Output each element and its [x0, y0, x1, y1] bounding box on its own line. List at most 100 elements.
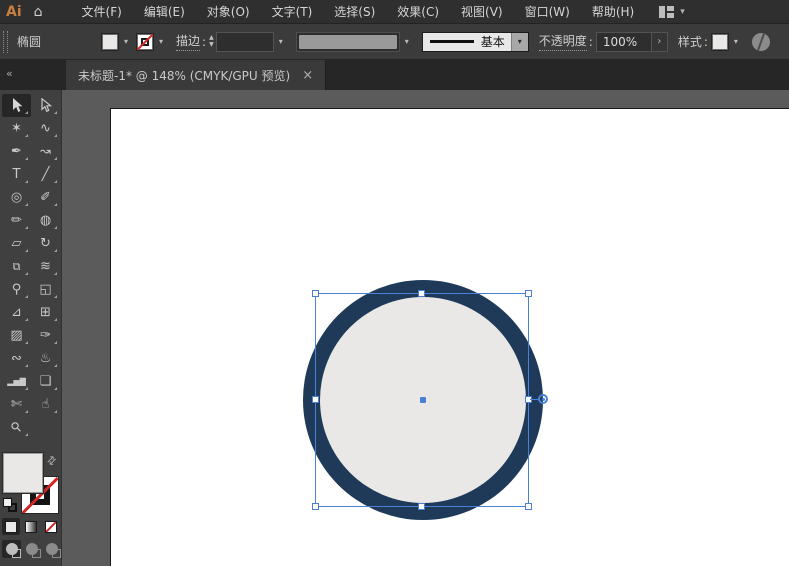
hand-tool[interactable]: ☝ — [31, 393, 60, 416]
gradient-tool[interactable]: ▨ — [2, 324, 31, 347]
eyedropper-tool[interactable]: ✑ — [31, 324, 60, 347]
stroke-style-chevron-icon[interactable]: ▾ — [510, 32, 528, 51]
lasso-tool[interactable]: ∿ — [31, 117, 60, 140]
stroke-weight-input[interactable] — [215, 31, 274, 52]
direct-selection-tool[interactable] — [31, 94, 60, 117]
blend-icon: ∾ — [11, 351, 22, 366]
pen-tool[interactable]: ✒ — [2, 140, 31, 163]
opacity-more-button[interactable]: › — [651, 31, 668, 52]
workspace-switcher-icon[interactable] — [659, 5, 675, 18]
shape-builder-tool[interactable]: ◱ — [31, 278, 60, 301]
shape-center-point[interactable] — [420, 397, 426, 403]
menu-select[interactable]: 选择(S) — [323, 0, 386, 24]
stroke-dropdown-chevron-icon[interactable]: ▾ — [156, 35, 166, 48]
draw-inside-button[interactable] — [42, 540, 61, 558]
line-segment-tool[interactable]: ╱ — [31, 163, 60, 186]
fill-color-swatch[interactable] — [101, 32, 119, 51]
draw-behind-button[interactable] — [22, 540, 41, 558]
paintbrush-tool[interactable]: ✐ — [31, 186, 60, 209]
color-type-buttons — [0, 518, 62, 535]
selection-handle-bottom[interactable] — [418, 503, 425, 510]
brush-chevron-icon[interactable]: ▾ — [402, 35, 412, 48]
fill-stroke-widget: ⇄ — [0, 452, 62, 514]
artboard-tool[interactable]: ❏ — [31, 370, 60, 393]
slice-tool[interactable]: ✄ — [2, 393, 31, 416]
workspace-chevron-icon[interactable]: ▾ — [680, 7, 685, 17]
menu-edit[interactable]: 编辑(E) — [133, 0, 196, 24]
eraser-tool[interactable]: ▱ — [2, 232, 31, 255]
rotate-tool[interactable]: ↻ — [31, 232, 60, 255]
magic-wand-tool[interactable]: ✶ — [2, 117, 31, 140]
document-tab-bar: « 未标题-1* @ 148% (CMYK/GPU 预览) × — [0, 60, 789, 90]
selection-handle-bottom-left[interactable] — [312, 503, 319, 510]
menu-window[interactable]: 窗口(W) — [514, 0, 581, 24]
mesh-tool[interactable]: ⊞ — [31, 301, 60, 324]
style-swatch[interactable] — [710, 32, 729, 51]
ellipse-tool[interactable]: ◎ — [2, 186, 31, 209]
home-icon[interactable]: ⌂ — [30, 4, 53, 20]
fill-dropdown-chevron-icon[interactable]: ▾ — [121, 35, 131, 48]
tab-close-icon[interactable]: × — [302, 68, 313, 83]
collapse-panel-icon[interactable]: « — [6, 67, 13, 80]
draw-behind-icon — [25, 543, 41, 558]
column-graph-tool[interactable]: ▂▅▇ — [2, 370, 31, 393]
fill-indicator[interactable] — [2, 452, 44, 494]
blend-tool[interactable]: ∾ — [2, 347, 31, 370]
swap-fill-stroke-icon[interactable]: ⇄ — [44, 453, 60, 469]
selection-handle-top-left[interactable] — [312, 290, 319, 297]
stroke-weight-chevron-icon[interactable]: ▾ — [276, 35, 286, 48]
stroke-style-dropdown[interactable]: 基本 ▾ — [421, 31, 529, 52]
shaper-icon: ◍ — [39, 213, 52, 228]
menu-type[interactable]: 文字(T) — [261, 0, 324, 24]
width-tool[interactable]: ≋ — [31, 255, 60, 278]
symbol-sprayer-tool[interactable]: ♨ — [31, 347, 60, 370]
puppet-pin-icon: ⚲ — [11, 282, 22, 297]
selection-handle-bottom-right[interactable] — [525, 503, 532, 510]
zoom-icon: ⚲ — [7, 418, 26, 437]
opacity-input[interactable]: 100% — [595, 31, 652, 52]
rotate-icon: ↻ — [40, 236, 51, 251]
selection-handle-left[interactable] — [312, 396, 319, 403]
color-button[interactable] — [2, 518, 20, 535]
drawing-mode-buttons — [0, 540, 62, 558]
menu-effect[interactable]: 效果(C) — [386, 0, 450, 24]
puppet-warp-tool[interactable]: ⚲ — [2, 278, 31, 301]
selection-tool[interactable] — [2, 94, 31, 117]
stroke-weight-label[interactable]: 描边 — [176, 32, 201, 51]
draw-normal-button[interactable] — [2, 540, 21, 558]
opacity-label[interactable]: 不透明度 — [538, 32, 587, 51]
document-tab[interactable]: 未标题-1* @ 148% (CMYK/GPU 预览) × — [66, 60, 327, 90]
none-button[interactable] — [42, 518, 60, 535]
perspective-grid-tool[interactable]: ⊿ — [2, 301, 31, 324]
scale-tool[interactable]: ⧉ — [2, 255, 31, 278]
live-shape-widget[interactable] — [538, 394, 548, 404]
type-tool[interactable]: T — [2, 163, 31, 186]
canvas-area — [62, 90, 789, 566]
control-bar-extra-icon[interactable] — [750, 31, 771, 52]
menu-help[interactable]: 帮助(H) — [581, 0, 645, 24]
eraser-icon: ▱ — [11, 236, 22, 251]
column-graph-icon: ▂▅▇ — [7, 376, 26, 386]
stroke-weight-stepper[interactable]: ▲ ▼ — [209, 35, 214, 48]
pencil-tool[interactable]: ✏ — [2, 209, 31, 232]
gradient-button[interactable] — [22, 518, 40, 535]
stepper-down-icon[interactable]: ▼ — [209, 42, 214, 48]
panel-grip-handle[interactable] — [3, 30, 8, 53]
shaper-tool[interactable]: ◍ — [31, 209, 60, 232]
default-fill-stroke-icon[interactable] — [3, 498, 17, 512]
brush-preview — [298, 34, 397, 49]
brush-definition-dropdown[interactable] — [295, 31, 400, 52]
lasso-icon: ∿ — [40, 121, 51, 136]
illustrator-logo[interactable]: Ai — [0, 4, 30, 20]
menu-view[interactable]: 视图(V) — [450, 0, 514, 24]
menu-file[interactable]: 文件(F) — [71, 0, 133, 24]
style-chevron-icon[interactable]: ▾ — [731, 35, 741, 48]
stroke-color-swatch[interactable] — [136, 32, 155, 51]
menu-object[interactable]: 对象(O) — [196, 0, 261, 24]
curvature-tool[interactable]: ↝ — [31, 140, 60, 163]
zoom-tool[interactable]: ⚲ — [2, 416, 31, 439]
stroke-weight-colon: : — [202, 34, 207, 49]
selection-handle-top[interactable] — [418, 290, 425, 297]
draw-inside-icon — [45, 543, 61, 558]
selection-handle-top-right[interactable] — [525, 290, 532, 297]
